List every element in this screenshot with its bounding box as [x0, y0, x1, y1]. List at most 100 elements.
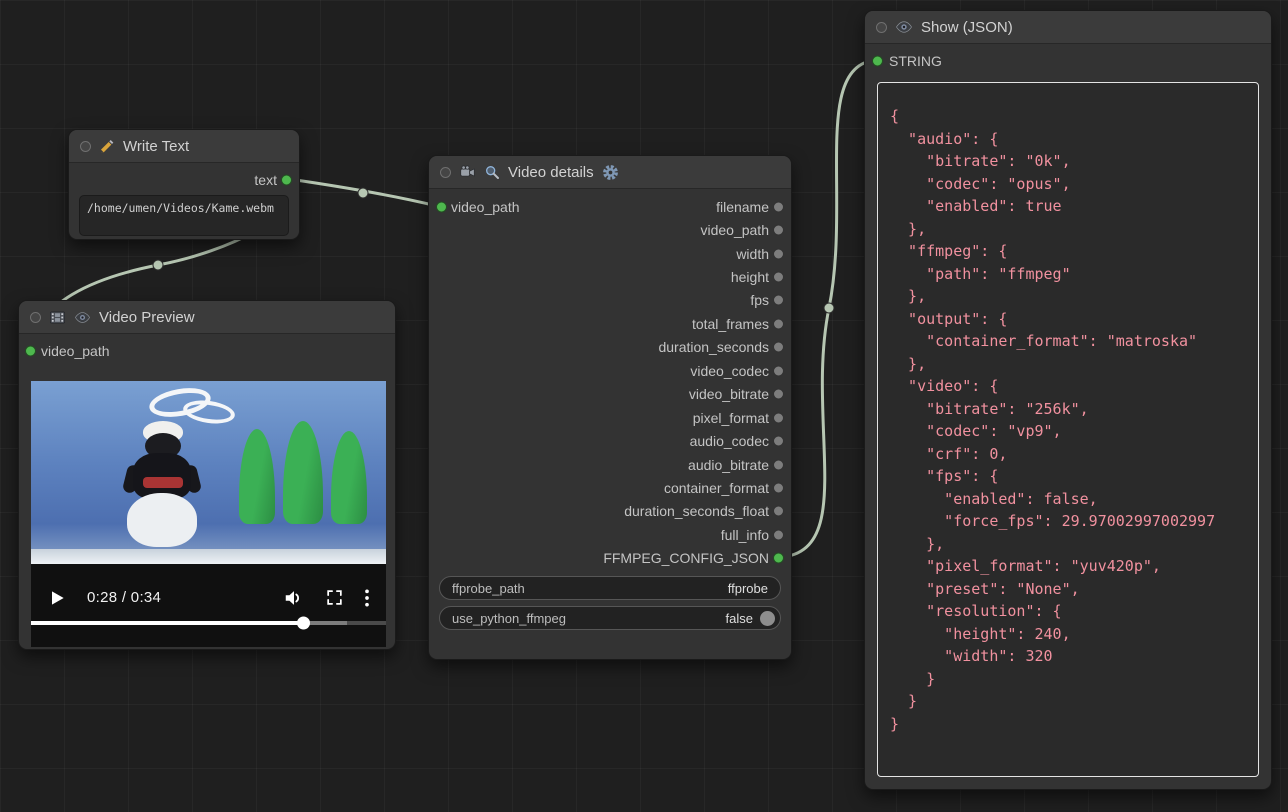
collapse-dot[interactable]: [30, 312, 41, 323]
output-port[interactable]: [773, 482, 784, 493]
output-label: height: [731, 269, 769, 285]
show-json-title-bar[interactable]: Show (JSON): [865, 11, 1271, 44]
input-label: STRING: [889, 53, 942, 69]
eye-icon: [74, 309, 91, 326]
output-row: video_codec: [429, 359, 791, 382]
output-port[interactable]: [773, 272, 784, 283]
ground-shape: [31, 549, 386, 564]
json-output-textarea[interactable]: { "audio": { "bitrate": "0k", "codec": "…: [877, 82, 1259, 777]
input-label: video_path: [41, 343, 110, 359]
output-port[interactable]: [773, 436, 784, 447]
video-preview-title-bar[interactable]: Video Preview: [19, 301, 395, 334]
output-label: video_bitrate: [689, 386, 769, 402]
output-port[interactable]: [773, 389, 784, 400]
video-details-io: video_path filename video_path width hei…: [429, 189, 791, 570]
output-label: audio_bitrate: [688, 457, 769, 473]
halo-shape: [182, 397, 237, 426]
output-row: fps: [429, 289, 791, 312]
output-port[interactable]: [773, 295, 784, 306]
output-label: duration_seconds: [658, 339, 769, 355]
progress-fill: [31, 621, 304, 625]
output-port[interactable]: [773, 529, 784, 540]
use-python-ffmpeg-toggle[interactable]: use_python_ffmpeg false: [439, 606, 781, 630]
output-label: fps: [750, 292, 769, 308]
input-port-string[interactable]: [872, 56, 883, 67]
link-midpoint-dot: [153, 260, 163, 270]
output-label: pixel_format: [693, 410, 769, 426]
output-row: height: [429, 265, 791, 288]
write-text-title-bar[interactable]: Write Text: [69, 130, 299, 163]
output-port[interactable]: [773, 506, 784, 517]
widget-value: ffprobe: [728, 581, 768, 596]
output-label: width: [736, 246, 769, 262]
output-row: width: [429, 242, 791, 265]
output-port[interactable]: [773, 412, 784, 423]
collapse-dot[interactable]: [876, 22, 887, 33]
output-label: video_path: [700, 222, 769, 238]
output-port[interactable]: [773, 248, 784, 259]
node-title: Video Preview: [99, 309, 195, 326]
output-label: audio_codec: [690, 433, 769, 449]
output-row: video_path: [429, 218, 791, 241]
output-row: container_format: [429, 476, 791, 499]
ffprobe-path-widget[interactable]: ffprobe_path ffprobe: [439, 576, 781, 600]
output-port[interactable]: [773, 553, 784, 564]
collapse-dot[interactable]: [440, 167, 451, 178]
video-player[interactable]: 0:28 / 0:34: [31, 381, 386, 647]
output-row: FFMPEG_CONFIG_JSON: [429, 547, 791, 570]
output-row: pixel_format: [429, 406, 791, 429]
character-shape: [143, 477, 183, 488]
fullscreen-icon[interactable]: [325, 588, 344, 607]
gear-icon: [602, 164, 619, 181]
link-midpoint-dot: [824, 303, 834, 313]
time-display: 0:28 / 0:34: [87, 589, 161, 606]
widget-value: false: [726, 611, 753, 626]
node-write-text[interactable]: Write Text text /home/umen/Videos/Kame.w…: [68, 129, 300, 240]
output-label: video_codec: [690, 363, 769, 379]
eye-icon: [895, 18, 913, 36]
output-port[interactable]: [773, 225, 784, 236]
input-port-video-path[interactable]: [25, 346, 36, 357]
output-row: audio_codec: [429, 429, 791, 452]
progress-knob[interactable]: [297, 616, 310, 629]
text-input-widget[interactable]: /home/umen/Videos/Kame.webm: [79, 195, 289, 236]
output-port[interactable]: [773, 365, 784, 376]
output-row: duration_seconds: [429, 336, 791, 359]
input-row-string: STRING: [865, 48, 1271, 74]
play-button[interactable]: [47, 588, 67, 608]
output-label: total_frames: [692, 316, 769, 332]
video-frame-image: [31, 381, 386, 564]
output-label: full_info: [721, 527, 769, 543]
output-port[interactable]: [773, 342, 784, 353]
collapse-dot[interactable]: [80, 141, 91, 152]
video-controls: 0:28 / 0:34: [31, 564, 386, 647]
film-icon: [49, 309, 66, 326]
output-label: text: [254, 172, 277, 188]
tree-shape: [239, 429, 275, 524]
tree-shape: [283, 421, 323, 524]
output-row: filename: [429, 195, 791, 218]
toggle-knob[interactable]: [760, 611, 775, 626]
output-label: filename: [716, 199, 769, 215]
video-details-title-bar[interactable]: Video details: [429, 156, 791, 189]
volume-icon[interactable]: [283, 587, 305, 609]
node-graph-canvas[interactable]: Write Text text /home/umen/Videos/Kame.w…: [0, 0, 1288, 812]
tree-shape: [331, 431, 367, 524]
output-port[interactable]: [773, 318, 784, 329]
output-label: container_format: [664, 480, 769, 496]
video-progress-bar[interactable]: [31, 621, 386, 625]
node-title: Write Text: [123, 138, 189, 155]
output-port-text[interactable]: [281, 175, 292, 186]
node-video-details[interactable]: Video details video_path filename video_…: [428, 155, 792, 660]
output-port[interactable]: [773, 459, 784, 470]
more-options-icon[interactable]: [364, 588, 370, 608]
json-content: { "audio": { "bitrate": "0k", "codec": "…: [878, 83, 1258, 757]
output-port[interactable]: [773, 201, 784, 212]
output-row: full_info: [429, 523, 791, 546]
node-video-preview[interactable]: Video Preview video_path: [18, 300, 396, 650]
output-row: audio_bitrate: [429, 453, 791, 476]
node-show-json[interactable]: Show (JSON) STRING { "audio": { "bitrate…: [864, 10, 1272, 790]
output-row: video_bitrate: [429, 383, 791, 406]
character-shape: [127, 493, 197, 547]
link-midpoint-dot: [358, 188, 368, 198]
